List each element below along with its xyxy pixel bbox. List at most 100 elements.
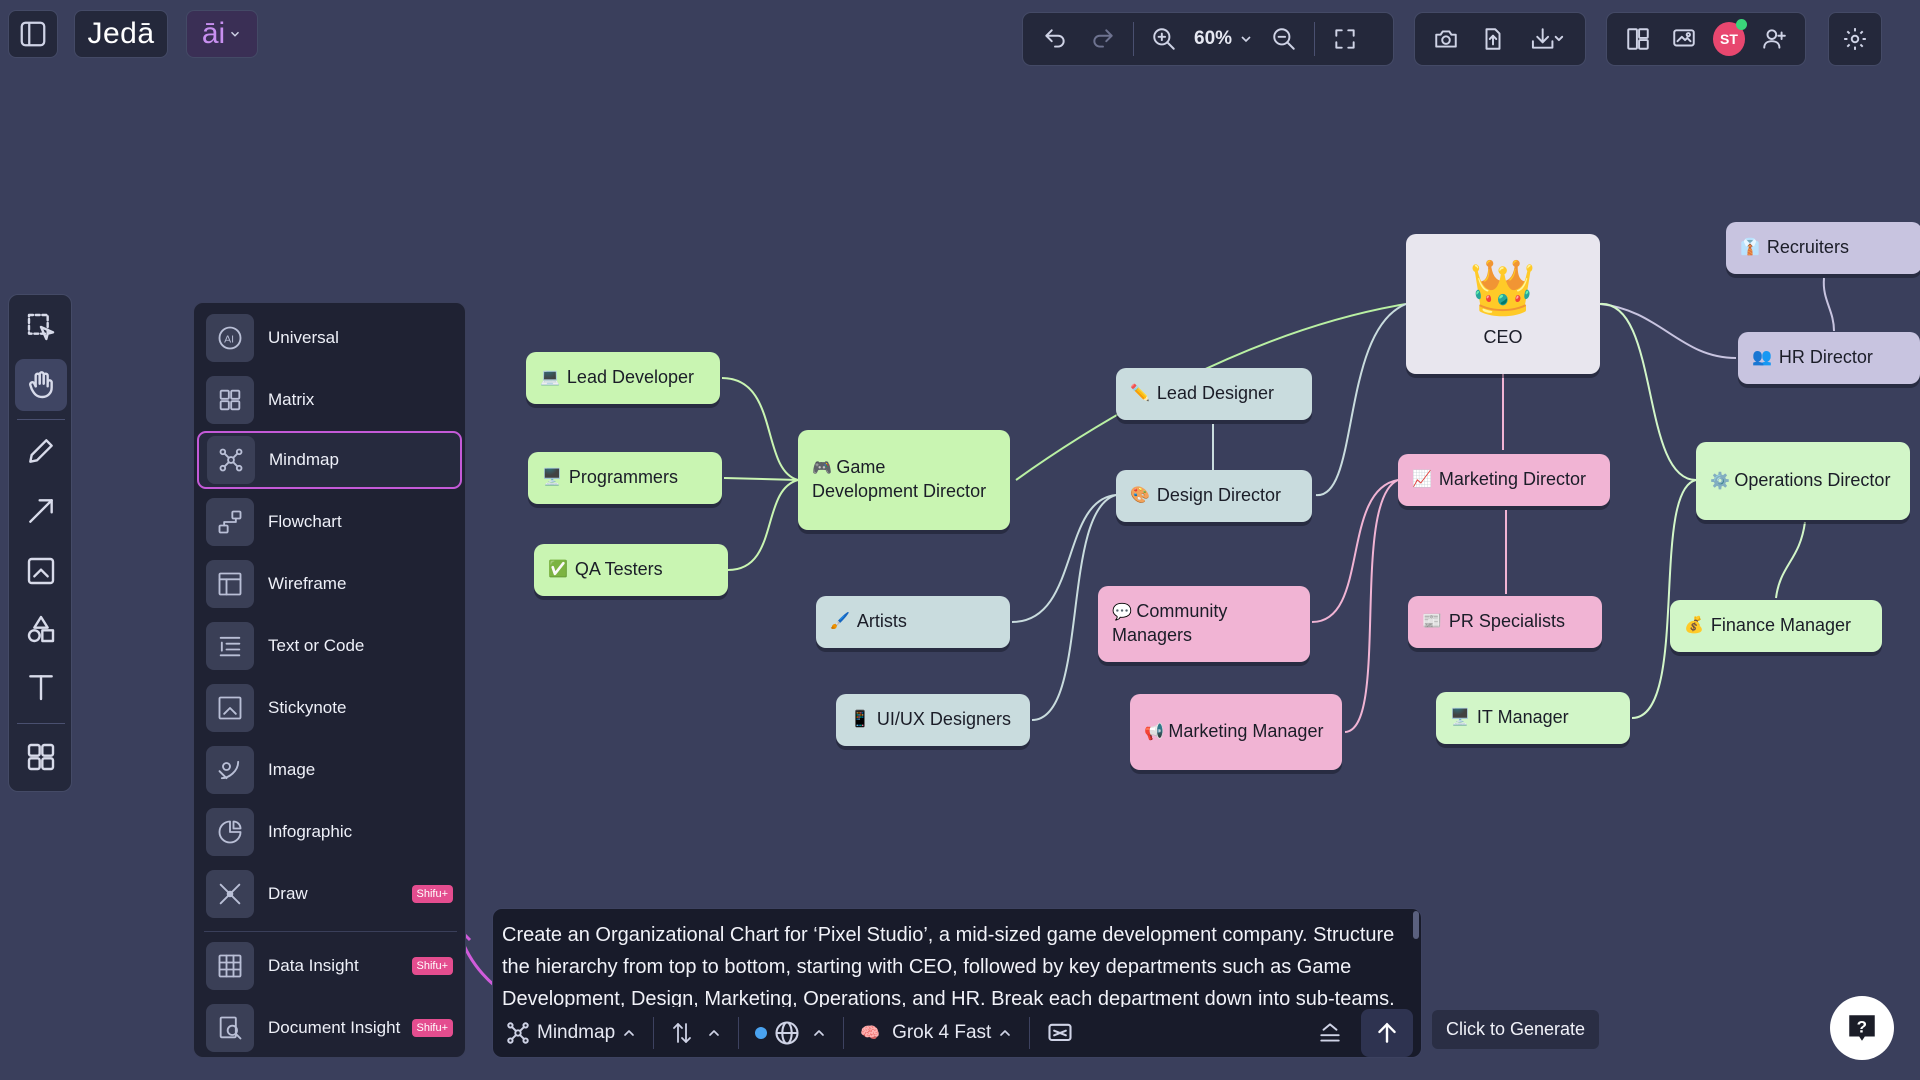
node-finance-manager[interactable]: 💰 Finance Manager: [1670, 600, 1882, 652]
redo-button[interactable]: [1081, 17, 1125, 61]
stickynote-icon: [27, 557, 55, 585]
stickynote-tool[interactable]: [15, 545, 67, 597]
arrow-tool[interactable]: [15, 485, 67, 537]
text-tool[interactable]: [15, 661, 67, 713]
gear-icon: [1844, 28, 1866, 50]
zoom-in-button[interactable]: [1142, 17, 1186, 61]
settings-button[interactable]: [1828, 12, 1882, 66]
node-it-manager[interactable]: 🖥️ IT Manager: [1436, 692, 1630, 744]
computer-icon: 🖥️: [1450, 708, 1470, 726]
menu-item-universal[interactable]: AI Universal: [198, 309, 463, 367]
menu-item-document-insight[interactable]: Document Insight Shifu+: [198, 999, 463, 1057]
menu-item-label: Universal: [268, 328, 339, 347]
menu-item-flowchart[interactable]: Flowchart: [198, 493, 463, 551]
menu-item-matrix[interactable]: Matrix: [198, 371, 463, 429]
layout-button[interactable]: [1617, 17, 1659, 61]
prompt-input[interactable]: Create an Organizational Chart for ‘Pixe…: [502, 919, 1402, 1007]
node-label: IT Manager: [1476, 707, 1569, 728]
node-lead-developer[interactable]: 💻 Lead Developer: [526, 352, 720, 404]
stickynote-icon: [206, 684, 254, 732]
node-community-managers[interactable]: 💬 Community Managers: [1098, 586, 1310, 662]
node-label: Lead Developer: [566, 367, 695, 388]
presentation-button[interactable]: [1663, 17, 1705, 61]
menu-item-mindmap[interactable]: Mindmap: [197, 431, 462, 489]
chat-button[interactable]: [1046, 1019, 1074, 1047]
redo-icon: [1093, 29, 1113, 48]
select-tool[interactable]: [15, 301, 67, 353]
status-dot: [755, 1027, 768, 1039]
help-button[interactable]: ?: [1830, 996, 1894, 1060]
model-selector[interactable]: 🧠 Grok 4 Fast: [860, 1022, 1013, 1044]
zoom-in-icon: [1153, 28, 1175, 50]
megaphone-icon: 📢: [1144, 724, 1169, 742]
menu-item-wireframe[interactable]: Wireframe: [198, 555, 463, 613]
shapes-tool[interactable]: [15, 603, 67, 655]
node-design-director[interactable]: 🎨 Design Director: [1116, 470, 1312, 522]
node-pr-specialists[interactable]: 📰 PR Specialists: [1408, 596, 1602, 648]
avatar[interactable]: ST: [1712, 19, 1748, 56]
collab-toolbar: ST: [1606, 12, 1806, 66]
generate-button[interactable]: [1361, 1009, 1413, 1057]
node-programmers[interactable]: 🖥️ Programmers: [528, 452, 722, 504]
node-lead-designer[interactable]: ✏️ Lead Designer: [1116, 368, 1312, 420]
menu-item-stickynote[interactable]: Stickynote: [198, 679, 463, 737]
screenshot-button[interactable]: [1425, 17, 1468, 61]
menu-item-label: Stickynote: [268, 698, 347, 717]
node-operations-director[interactable]: ⚙️ Operations Director: [1696, 442, 1910, 520]
pen-tool[interactable]: [15, 425, 67, 477]
node-game-dev-director[interactable]: 🎮 Game Development Director: [798, 430, 1010, 530]
ai-label: āi: [201, 17, 226, 50]
chevron-up-icon: [814, 1030, 824, 1036]
brain-icon: 🧠: [860, 1025, 881, 1042]
people-icon: 👥: [1752, 348, 1772, 366]
node-marketing-director[interactable]: 📈 Marketing Director: [1398, 454, 1610, 506]
node-label-wrap: 💬 Community Managers: [1112, 600, 1296, 647]
node-marketing-manager[interactable]: 📢 Marketing Manager: [1130, 694, 1342, 770]
data-table-icon: [206, 942, 254, 990]
sidebar-toggle-button[interactable]: [8, 10, 58, 58]
undo-button[interactable]: [1033, 17, 1077, 61]
node-qa-testers[interactable]: ✅ QA Testers: [534, 544, 728, 596]
expand-button[interactable]: [1317, 1020, 1343, 1046]
app-logo[interactable]: Jedā: [74, 10, 168, 58]
node-label: PR Specialists: [1448, 611, 1565, 632]
text-icon: [29, 675, 53, 701]
ai-menu-button[interactable]: āi: [186, 10, 258, 58]
node-label: Marketing Director: [1438, 469, 1586, 490]
menu-item-data-insight[interactable]: Data Insight Shifu+: [198, 937, 463, 995]
node-recruiters[interactable]: 👔 Recruiters: [1726, 222, 1920, 274]
menu-item-text-code[interactable]: Text or Code: [198, 617, 463, 675]
document-search-icon: [206, 1004, 254, 1052]
mode-selector[interactable]: Mindmap: [505, 1020, 637, 1046]
web-search-selector[interactable]: [755, 1019, 827, 1047]
menu-item-draw[interactable]: Draw Shifu+: [198, 865, 463, 923]
scrollbar[interactable]: [1413, 911, 1419, 939]
menu-item-image[interactable]: Image: [198, 741, 463, 799]
newspaper-icon: 📰: [1422, 612, 1442, 630]
download-button[interactable]: [1519, 17, 1575, 61]
node-ceo[interactable]: 👑 CEO: [1406, 234, 1600, 374]
fit-screen-button[interactable]: [1323, 17, 1367, 61]
matrix-icon: [206, 376, 254, 424]
menu-item-label: Wireframe: [268, 574, 347, 593]
menu-item-label: Matrix: [268, 390, 315, 409]
image-icon: [206, 746, 254, 794]
apps-tool[interactable]: [15, 731, 67, 783]
menu-item-infographic[interactable]: Infographic: [198, 803, 463, 861]
node-label: QA Testers: [574, 559, 663, 580]
zoom-out-button[interactable]: [1262, 17, 1306, 61]
direction-selector[interactable]: [670, 1021, 722, 1045]
mode-label: Mindmap: [537, 1022, 616, 1043]
phone-icon: 📱: [850, 710, 870, 728]
palette-icon: 🎨: [1130, 486, 1150, 504]
logo-text: Jedā: [87, 17, 155, 50]
node-uiux-designers[interactable]: 📱 UI/UX Designers: [836, 694, 1030, 746]
add-user-button[interactable]: [1753, 17, 1795, 61]
hand-tool[interactable]: [15, 359, 67, 411]
zoom-level-dropdown[interactable]: 60%: [1190, 28, 1258, 50]
node-hr-director[interactable]: 👥 HR Director: [1738, 332, 1920, 384]
pro-badge: Shifu+: [411, 885, 453, 903]
node-artists[interactable]: 🖌️ Artists: [816, 596, 1010, 648]
node-label-wrap: 🎮 Game Development Director: [812, 456, 996, 503]
share-button[interactable]: [1472, 17, 1515, 61]
